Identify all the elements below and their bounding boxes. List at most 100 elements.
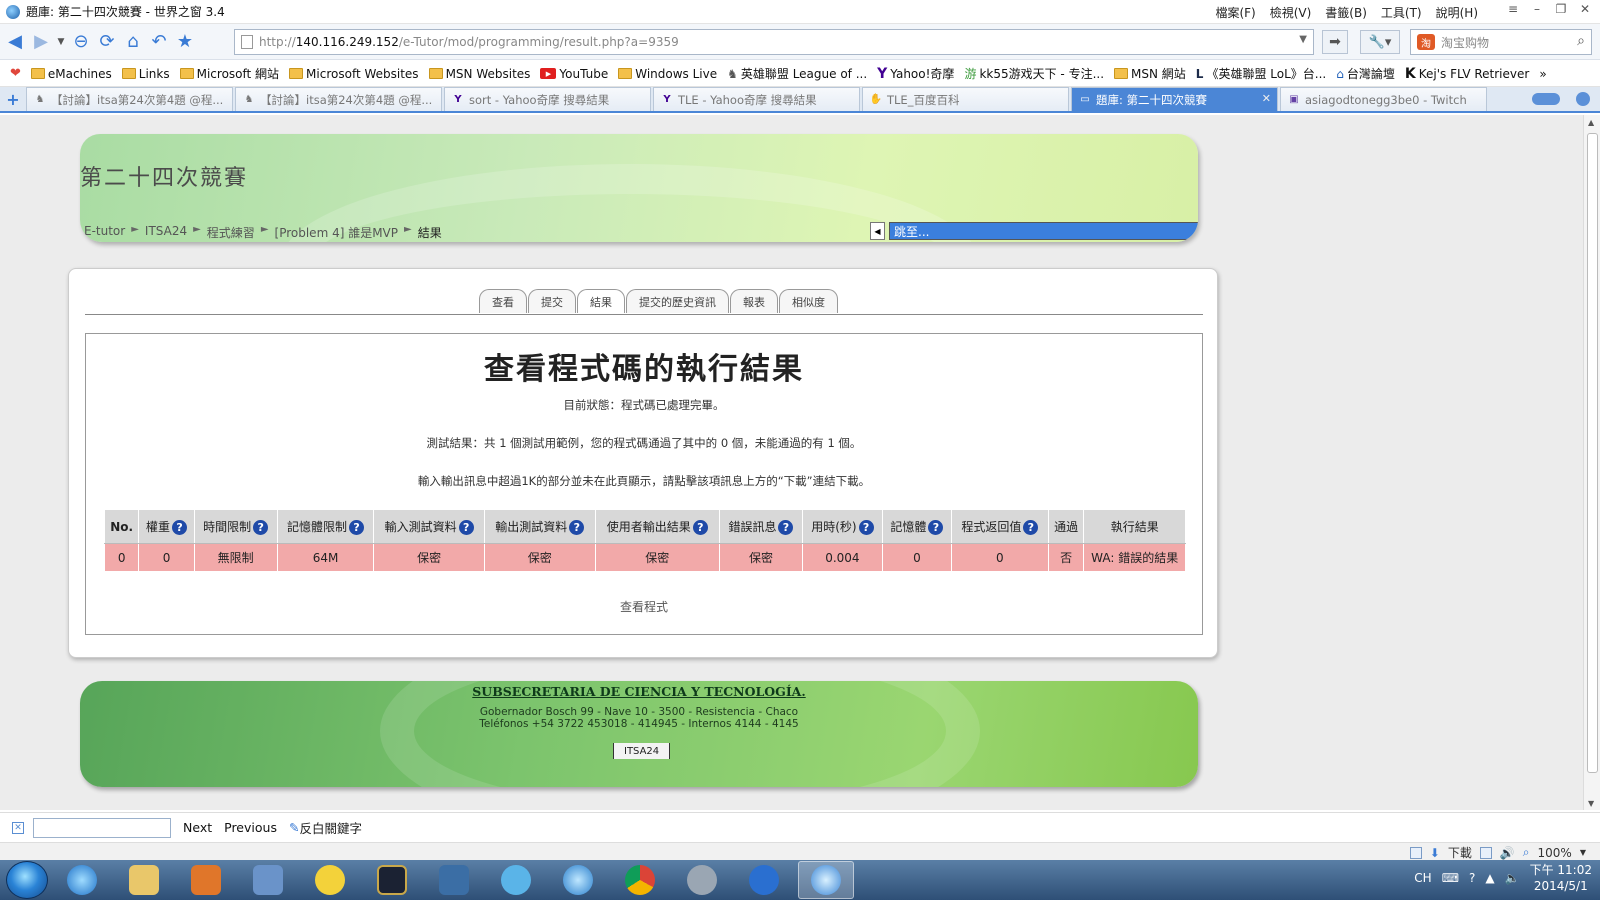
tab-result[interactable]: 結果 bbox=[577, 289, 625, 313]
scroll-down-icon[interactable]: ▼ bbox=[1588, 799, 1594, 808]
restore-icon[interactable]: ❐ bbox=[1554, 2, 1568, 16]
search-icon[interactable]: ⌕ bbox=[1577, 33, 1585, 49]
tab-view[interactable]: 查看 bbox=[479, 289, 527, 313]
tools-wrench-icon[interactable]: 🔧▾ bbox=[1360, 30, 1400, 54]
keyboard-icon[interactable]: ⌨ bbox=[1442, 871, 1459, 885]
browser-tab[interactable]: ♞ 【討論】itsa第24次第4題 @程... bbox=[235, 87, 442, 111]
vertical-scrollbar[interactable]: ▲ ▼ bbox=[1583, 115, 1600, 810]
history-dropdown-icon[interactable]: ▼ bbox=[56, 31, 66, 53]
browser-tab[interactable]: Y TLE - Yahoo奇摩 搜尋結果 bbox=[653, 87, 860, 111]
tab-report[interactable]: 報表 bbox=[730, 289, 778, 313]
search-engine-icon[interactable]: 淘 bbox=[1417, 34, 1435, 50]
browser-tab[interactable]: Ysort - Yahoo奇摩 搜尋結果 bbox=[444, 87, 651, 111]
help-icon[interactable]: ? bbox=[858, 520, 874, 535]
help-icon[interactable]: ? bbox=[253, 520, 269, 535]
taskbar-browser-active[interactable] bbox=[798, 861, 854, 899]
input-language[interactable]: CH bbox=[1414, 871, 1431, 885]
footer-org-link[interactable]: SUBSECRETARIA DE CIENCIA Y TECNOLOGÍA. bbox=[80, 684, 1198, 699]
close-find-icon[interactable]: ✕ bbox=[12, 821, 24, 834]
breadcrumb-problem[interactable]: [Problem 4] 誰是MVP bbox=[275, 224, 399, 241]
browser-tab[interactable]: ✋ TLE_百度百科 bbox=[862, 87, 1069, 111]
menu-file[interactable]: 檔案(F) bbox=[1215, 4, 1255, 21]
find-input[interactable] bbox=[33, 817, 171, 838]
bookmark-item[interactable]: L 《英雄聯盟 LoL》台... bbox=[1196, 65, 1326, 82]
clock[interactable]: 下午 11:02 2014/5/1 bbox=[1530, 862, 1592, 894]
taskbar-sound[interactable] bbox=[674, 861, 730, 899]
menu-help[interactable]: 說明(H) bbox=[1436, 4, 1478, 21]
tab-scroll-icon[interactable] bbox=[1532, 93, 1560, 105]
close-tab-icon[interactable]: ✕ bbox=[1262, 92, 1271, 105]
menu-lines-icon[interactable]: ≡ bbox=[1506, 2, 1520, 16]
taskbar-tool[interactable] bbox=[240, 861, 296, 899]
bookmark-item[interactable]: Links bbox=[121, 67, 170, 81]
taskbar-explorer[interactable] bbox=[116, 861, 172, 899]
taskbar-ie[interactable] bbox=[54, 861, 110, 899]
prev-activity-icon[interactable]: ◀ bbox=[870, 222, 885, 240]
tab-history[interactable]: 提交的歷史資訊 bbox=[626, 289, 729, 313]
go-arrow-icon[interactable]: ➡ bbox=[1322, 30, 1348, 54]
printer-icon[interactable] bbox=[1479, 846, 1492, 859]
tab-menu-icon[interactable] bbox=[1576, 92, 1590, 106]
undo-close-icon[interactable]: ↶ bbox=[148, 31, 170, 53]
bookmark-item[interactable]: 游 kk55游戏天下 - 专注... bbox=[964, 65, 1104, 82]
download-arrow-icon[interactable]: ⬇ bbox=[1430, 846, 1440, 860]
footer-course-link[interactable]: ITSA24 bbox=[613, 743, 671, 759]
menu-bookmarks[interactable]: 書籤(B) bbox=[1325, 4, 1367, 21]
taskbar-cloud[interactable] bbox=[488, 861, 544, 899]
find-next-button[interactable]: Next bbox=[183, 820, 212, 835]
browser-tab[interactable]: ♞ 【討論】itsa第24次第4題 @程... bbox=[26, 87, 233, 111]
help-icon[interactable]: ? bbox=[692, 520, 708, 535]
help-icon[interactable]: ? bbox=[1469, 871, 1475, 885]
bookmark-item[interactable]: Windows Live bbox=[618, 67, 717, 81]
breadcrumb-itsa24[interactable]: ITSA24 bbox=[145, 224, 187, 241]
breadcrumb-etutor[interactable]: E-tutor bbox=[84, 224, 125, 241]
help-icon[interactable]: ? bbox=[569, 520, 585, 535]
bookmark-item[interactable]: ♞ 英雄聯盟 League of ... bbox=[727, 65, 867, 82]
help-icon[interactable]: ? bbox=[928, 520, 944, 535]
scroll-up-icon[interactable]: ▲ bbox=[1588, 118, 1594, 127]
address-dropdown-icon[interactable]: ▼ bbox=[1299, 34, 1307, 45]
browser-tab[interactable]: ▣ asiagodtonegg3be0 - Twitch bbox=[1280, 87, 1487, 111]
browser-tab-active[interactable]: ▭ 題庫: 第二十四次競賽 ✕ bbox=[1071, 87, 1278, 111]
help-icon[interactable]: ? bbox=[349, 520, 365, 535]
highlight-keyword-button[interactable]: 反白關鍵字 bbox=[299, 818, 362, 837]
tab-similarity[interactable]: 相似度 bbox=[779, 289, 838, 313]
breadcrumb-practice[interactable]: 程式練習 bbox=[207, 224, 255, 241]
taskbar-media[interactable] bbox=[178, 861, 234, 899]
bookmark-item[interactable]: MSN Websites bbox=[428, 67, 530, 81]
screenshot-icon[interactable] bbox=[1409, 846, 1422, 859]
tab-submit[interactable]: 提交 bbox=[528, 289, 576, 313]
taskbar-network[interactable] bbox=[550, 861, 606, 899]
menu-view[interactable]: 檢視(V) bbox=[1270, 4, 1312, 21]
address-bar[interactable]: http:// 140.116.249.152 /e-Tutor/mod/pro… bbox=[234, 29, 1314, 55]
scroll-thumb[interactable] bbox=[1587, 133, 1598, 773]
refresh-icon[interactable]: ⟳ bbox=[96, 31, 118, 53]
taskbar-qq[interactable] bbox=[302, 861, 358, 899]
bookmark-item[interactable]: Y Yahoo!奇摩 bbox=[877, 65, 954, 82]
search-box[interactable]: 淘 淘宝购物 ⌕ bbox=[1410, 29, 1592, 55]
bookmark-favorites[interactable]: ❤ bbox=[10, 66, 21, 81]
bookmark-item[interactable]: Microsoft 網站 bbox=[179, 65, 279, 82]
home-icon[interactable]: ⌂ bbox=[122, 31, 144, 53]
forward-icon[interactable]: ▶ bbox=[30, 31, 52, 53]
view-code-link[interactable]: 查看程式 bbox=[86, 598, 1202, 615]
bookmark-item[interactable]: ▶ YouTube bbox=[540, 67, 608, 81]
zoom-icon[interactable]: ⌕ bbox=[1523, 845, 1530, 860]
zoom-level[interactable]: 100% bbox=[1538, 846, 1572, 860]
minimize-icon[interactable]: – bbox=[1530, 2, 1544, 16]
bookmark-item[interactable]: ⌂ 台灣論壇 bbox=[1336, 65, 1395, 82]
bookmark-item[interactable]: eMachines bbox=[30, 67, 112, 81]
new-tab-icon[interactable]: + bbox=[0, 87, 26, 111]
taskbar-lol[interactable] bbox=[364, 861, 420, 899]
help-icon[interactable]: ? bbox=[1023, 520, 1039, 535]
highlight-pen-icon[interactable]: ✎ bbox=[289, 820, 299, 835]
jump-select[interactable]: 跳至... ▼ bbox=[889, 222, 1198, 240]
bookmark-item[interactable]: MSN 網站 bbox=[1114, 65, 1186, 82]
stop-icon[interactable]: ⊖ bbox=[70, 31, 92, 53]
taskbar-app[interactable] bbox=[426, 861, 482, 899]
taskbar-player[interactable] bbox=[736, 861, 792, 899]
favorite-star-icon[interactable]: ★ bbox=[174, 31, 196, 53]
help-icon[interactable]: ? bbox=[172, 520, 188, 535]
tray-expand-icon[interactable]: ▲ bbox=[1485, 871, 1494, 885]
bookmark-item[interactable]: Microsoft Websites bbox=[289, 67, 419, 81]
